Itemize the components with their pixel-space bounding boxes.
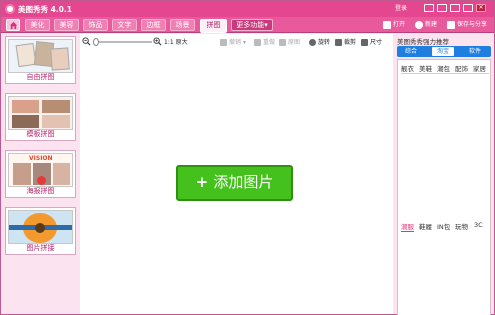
redo-icon bbox=[254, 39, 261, 46]
undo-button[interactable]: 撤销 bbox=[220, 38, 241, 47]
menu-button[interactable] bbox=[437, 4, 447, 12]
template-collage-icon bbox=[8, 96, 73, 130]
new-button[interactable]: 新建 bbox=[415, 20, 437, 30]
recommend-panel: 美图秀秀强力推荐 综合 淘宝 软件 靓衣 美鞋 潮包 配饰 家居 潮服 鞋履 I… bbox=[394, 34, 494, 315]
tab-scene[interactable]: 场景 bbox=[170, 19, 195, 31]
free-collage-icon bbox=[8, 39, 73, 73]
new-label: 新建 bbox=[425, 21, 438, 28]
poster-collage-icon: VISION bbox=[8, 153, 73, 187]
app-logo-icon bbox=[5, 4, 15, 14]
app-title: 美图秀秀 4.0.1 bbox=[18, 5, 72, 14]
save-icon bbox=[447, 21, 455, 29]
zoom-slider-knob[interactable] bbox=[93, 38, 99, 46]
recommend-content: 靓衣 美鞋 潮包 配饰 家居 潮服 鞋履 IN包 玩物 3C bbox=[397, 59, 491, 315]
poster-thumb-text: VISION bbox=[29, 155, 53, 162]
main-tab-bar: 美化 美容 饰品 文字 边框 场景 拼图 更多功能▾ 打开 新建 保存与分享 bbox=[1, 17, 494, 33]
resize-icon bbox=[361, 39, 368, 46]
add-image-label: 添加图片 bbox=[213, 173, 274, 191]
home-icon bbox=[9, 21, 18, 30]
actual-size-button[interactable]: 1:1 原大 bbox=[164, 38, 188, 47]
rotate-icon bbox=[309, 39, 316, 46]
crop-icon bbox=[335, 39, 342, 46]
close-button[interactable]: ✕ bbox=[476, 4, 486, 12]
bottom-tab-fashion[interactable]: 潮服 bbox=[401, 221, 414, 232]
tab-face[interactable]: 美容 bbox=[54, 19, 79, 31]
bottom-tab-in-bags[interactable]: IN包 bbox=[437, 221, 450, 231]
crop-label: 裁剪 bbox=[344, 39, 357, 46]
rtab-taobao[interactable]: 淘宝 bbox=[432, 47, 454, 56]
open-label: 打开 bbox=[393, 21, 406, 28]
redo-label: 重做 bbox=[263, 39, 276, 46]
undo-label: 撤销 bbox=[229, 39, 242, 46]
category-bags[interactable]: 潮包 bbox=[437, 63, 450, 73]
reset-button[interactable]: 原图 bbox=[279, 38, 300, 47]
tab-text[interactable]: 文字 bbox=[112, 19, 137, 31]
rtab-general[interactable]: 综合 bbox=[400, 47, 422, 56]
card-poster-collage[interactable]: VISION 海报拼图 bbox=[5, 150, 76, 198]
minimize-button[interactable] bbox=[450, 4, 460, 12]
tab-more[interactable]: 更多功能▾ bbox=[231, 19, 273, 31]
plus-icon: + bbox=[195, 173, 214, 191]
zoom-in-icon[interactable] bbox=[153, 37, 162, 46]
open-icon bbox=[383, 21, 391, 29]
card-label: 自由拼图 bbox=[26, 73, 55, 81]
canvas-area: 1:1 原大 撤销 ▾ 重做 原图 旋转 裁剪 尺寸 + 添加图片 bbox=[80, 34, 393, 314]
category-home[interactable]: 家居 bbox=[473, 63, 486, 73]
canvas-toolbar: 1:1 原大 撤销 ▾ 重做 原图 旋转 裁剪 尺寸 bbox=[80, 34, 393, 50]
category-divider bbox=[401, 73, 489, 74]
category-clothes[interactable]: 靓衣 bbox=[401, 63, 414, 73]
add-image-button[interactable]: + 添加图片 bbox=[176, 165, 293, 201]
recommend-tabs: 综合 淘宝 软件 bbox=[397, 46, 491, 57]
rotate-button[interactable]: 旋转 bbox=[309, 38, 330, 47]
title-bar: 美图秀秀 4.0.1 登录 ✕ bbox=[1, 1, 494, 17]
tab-more-label: 更多功能 bbox=[236, 21, 265, 29]
undo-dropdown[interactable]: ▾ bbox=[243, 38, 246, 47]
bottom-tab-footwear[interactable]: 鞋履 bbox=[419, 221, 432, 231]
rotate-label: 旋转 bbox=[318, 39, 331, 46]
tab-collage[interactable]: 拼图 bbox=[200, 19, 227, 33]
reset-icon bbox=[279, 39, 286, 46]
maximize-button[interactable] bbox=[463, 4, 473, 12]
zoom-slider[interactable] bbox=[93, 38, 152, 46]
crop-button[interactable]: 裁剪 bbox=[335, 38, 356, 47]
size-button[interactable]: 尺寸 bbox=[361, 38, 382, 47]
zoom-out-icon[interactable] bbox=[82, 37, 91, 46]
tab-accessory[interactable]: 饰品 bbox=[83, 19, 108, 31]
new-icon bbox=[415, 21, 423, 29]
rtab-software[interactable]: 软件 bbox=[464, 47, 486, 56]
app-window: 美图秀秀 4.0.1 登录 ✕ 美化 美容 饰品 文字 边框 场景 拼图 更多功… bbox=[0, 0, 495, 315]
skin-button[interactable] bbox=[424, 4, 434, 12]
save-label: 保存与分享 bbox=[457, 21, 488, 28]
save-share-button[interactable]: 保存与分享 bbox=[447, 20, 487, 30]
bottom-tab-3c[interactable]: 3C bbox=[474, 221, 483, 229]
category-accessories[interactable]: 配饰 bbox=[455, 63, 468, 73]
card-free-collage[interactable]: 自由拼图 bbox=[5, 36, 76, 84]
undo-icon bbox=[220, 39, 227, 46]
size-label: 尺寸 bbox=[370, 39, 383, 46]
login-link[interactable]: 登录 bbox=[395, 3, 407, 12]
reset-label: 原图 bbox=[288, 39, 301, 46]
collage-mode-sidebar: 自由拼图 模板拼图 VISION 海报拼图 图片拼接 bbox=[2, 34, 79, 314]
tab-beautify[interactable]: 美化 bbox=[25, 19, 50, 31]
tab-frame[interactable]: 边框 bbox=[141, 19, 166, 31]
image-stitch-icon bbox=[8, 210, 73, 244]
card-template-collage[interactable]: 模板拼图 bbox=[5, 93, 76, 141]
category-shoes[interactable]: 美鞋 bbox=[419, 63, 432, 73]
card-label: 模板拼图 bbox=[26, 130, 55, 138]
card-image-stitch[interactable]: 图片拼接 bbox=[5, 207, 76, 255]
home-button[interactable] bbox=[6, 19, 20, 31]
open-button[interactable]: 打开 bbox=[383, 20, 405, 30]
redo-button[interactable]: 重做 bbox=[254, 38, 275, 47]
card-label: 图片拼接 bbox=[26, 244, 55, 252]
bottom-tab-toys[interactable]: 玩物 bbox=[455, 221, 468, 231]
recommend-title: 美图秀秀强力推荐 bbox=[397, 38, 449, 46]
card-label: 海报拼图 bbox=[26, 187, 55, 195]
